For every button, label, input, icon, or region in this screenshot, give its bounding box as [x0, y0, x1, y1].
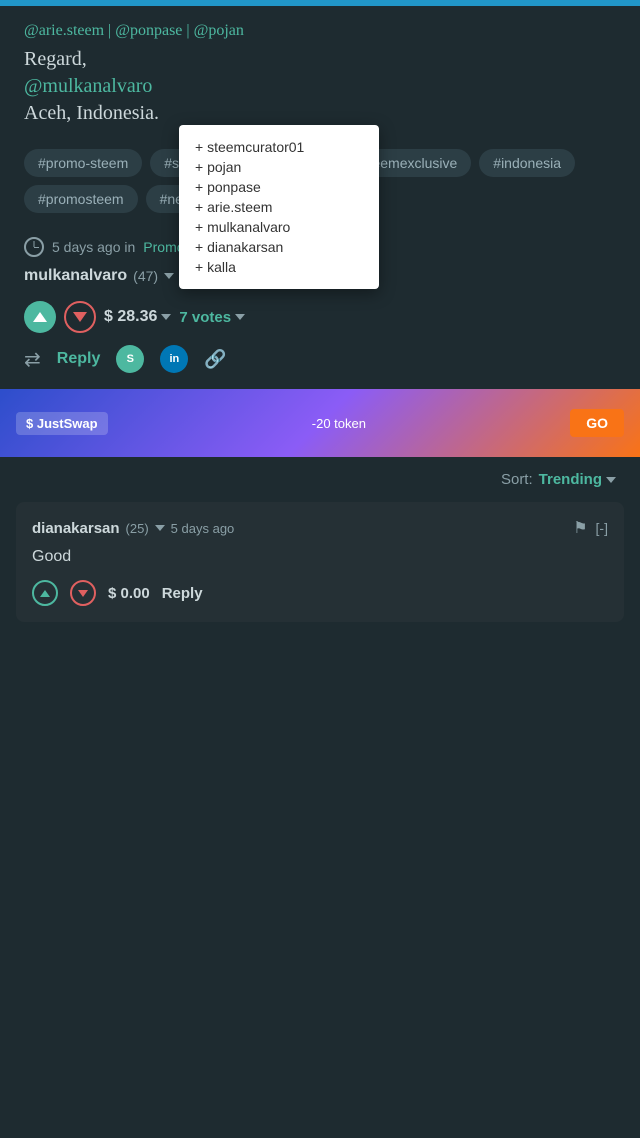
flag-icon[interactable]: ⚑: [573, 518, 587, 538]
comment-upvote-button[interactable]: [32, 580, 58, 606]
banner-logo[interactable]: $ JustSwap: [16, 412, 108, 435]
sort-value-text: Trending: [539, 471, 602, 488]
voter-4: + arie.steem: [195, 197, 363, 217]
banner-ad: $ JustSwap -20 token GO: [0, 389, 640, 457]
linkedin-icon[interactable]: in: [160, 345, 188, 373]
votes-value: 7 votes: [179, 309, 231, 326]
votes-tag: 7 votes: [179, 309, 245, 326]
comment-author-area: dianakarsan (25) 5 days ago: [32, 520, 234, 537]
banner-token-text: -20 token: [312, 416, 366, 431]
author-dropdown-icon[interactable]: [164, 273, 174, 279]
sort-value[interactable]: Trending: [539, 471, 616, 488]
reply-link[interactable]: Reply: [57, 350, 101, 368]
voter-3: + ponpase: [195, 177, 363, 197]
post-author-rep: (47): [133, 268, 158, 284]
comment-author-name[interactable]: dianakarsan: [32, 520, 120, 537]
link-chain-icon[interactable]: 🔗: [204, 349, 226, 370]
comment-actions-right: ⚑ [-]: [573, 518, 608, 538]
voter-1: + steemcurator01: [195, 137, 363, 157]
mention-link-arie[interactable]: @arie.steem: [24, 22, 104, 39]
main-content: @arie.steem | @ponpase | @pojan Regard, …: [0, 6, 640, 389]
mention-link-pojan[interactable]: @pojan: [194, 22, 244, 39]
comment-downvote-button[interactable]: [70, 580, 96, 606]
sort-bar: Sort: Trending: [0, 457, 640, 502]
collapse-button[interactable]: [-]: [596, 520, 608, 536]
tag-indonesia[interactable]: #indonesia: [479, 149, 575, 177]
comment-header: dianakarsan (25) 5 days ago ⚑ [-]: [32, 518, 608, 538]
tag-promosteem[interactable]: #promosteem: [24, 185, 138, 213]
clock-icon: [24, 237, 44, 257]
upvote-button[interactable]: [24, 301, 56, 333]
comment-vote-row: $ 0.00 Reply: [32, 580, 608, 606]
post-author-name[interactable]: mulkanalvaro: [24, 267, 127, 285]
tag-promo-steem[interactable]: #promo-steem: [24, 149, 142, 177]
mention-line: @arie.steem | @ponpase | @pojan: [24, 22, 616, 40]
meta-time: 5 days ago in: [52, 239, 135, 255]
votes-dropdown-popup: + steemcurator01 + pojan + ponpase + ari…: [179, 125, 379, 289]
comment-author-rep: (25): [126, 521, 149, 536]
steem-social-icon[interactable]: S: [116, 345, 144, 373]
location-text: Aceh, Indonesia.: [24, 102, 616, 125]
mention-link-ponpase[interactable]: @ponpase: [115, 22, 182, 39]
comment-box: dianakarsan (25) 5 days ago ⚑ [-] Good $…: [16, 502, 624, 622]
author-link-main[interactable]: @mulkanalvaro: [24, 75, 616, 98]
price-dropdown-icon[interactable]: [161, 314, 171, 320]
price-tag: $ 28.36: [104, 308, 171, 326]
vote-row: $ 28.36 7 votes: [24, 301, 616, 333]
action-row: ⇄ Reply + steemcurator01 + pojan + ponpa…: [24, 345, 616, 389]
comment-author-dropdown-icon[interactable]: [155, 525, 165, 531]
comment-text: Good: [32, 548, 608, 566]
resteem-icon[interactable]: ⇄: [24, 347, 41, 372]
comment-time: 5 days ago: [171, 521, 235, 536]
votes-dropdown-icon[interactable]: [235, 314, 245, 320]
voter-7: + kalla: [195, 257, 363, 277]
comment-reply-link[interactable]: Reply: [162, 585, 203, 602]
comment-price: $ 0.00: [108, 585, 150, 602]
voter-6: + dianakarsan: [195, 237, 363, 257]
price-value: $ 28.36: [104, 308, 157, 326]
downvote-button[interactable]: [64, 301, 96, 333]
sort-chevron-icon[interactable]: [606, 477, 616, 483]
voter-2: + pojan: [195, 157, 363, 177]
banner-go-button[interactable]: GO: [570, 409, 624, 437]
voter-5: + mulkanalvaro: [195, 217, 363, 237]
regard-text: Regard,: [24, 48, 616, 71]
sort-label: Sort:: [501, 471, 533, 488]
